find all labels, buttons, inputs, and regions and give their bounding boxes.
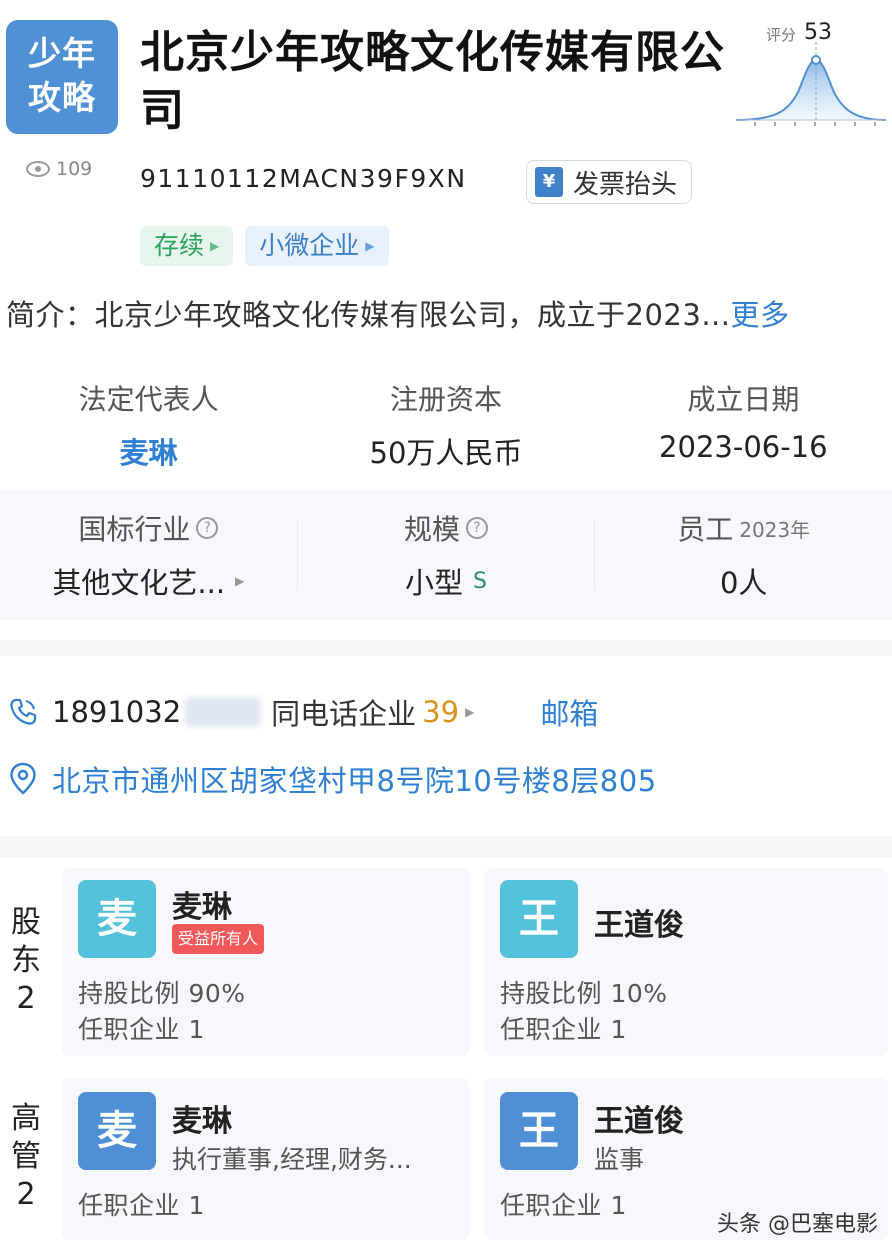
employed-companies: 任职企业 1 [500, 1015, 627, 1044]
capital-value: 50万人民币 [369, 436, 523, 470]
scale-value-wrap: 小型 S [298, 560, 595, 602]
company-logo: 少年 攻略 [6, 20, 118, 134]
basic-info-row2: 国标行业 ? 其他文化艺... ▶ 规模 ? 小型 S 员工 2023年 0人 [0, 490, 892, 620]
shareholders-label[interactable]: 股 东 2 [6, 904, 46, 1018]
chevron-right-icon: ▶ [465, 705, 475, 719]
legal-rep-cell[interactable]: 法定代表人 麦琳 [0, 360, 297, 472]
executives-label-line2: 管 [11, 1139, 41, 1174]
help-icon[interactable]: ? [466, 517, 489, 539]
shareholder-name[interactable]: 麦琳 [172, 882, 232, 926]
phone-number[interactable]: 1891032 [52, 695, 181, 729]
score-widget[interactable]: 评分 53 [734, 20, 888, 130]
shareholder-name[interactable]: 王道俊 [594, 900, 684, 944]
tag-scale[interactable]: 小微企业 ▶ [245, 226, 389, 266]
founded-label: 成立日期 [687, 383, 800, 416]
avatar: 麦 [78, 1092, 156, 1170]
company-intro: 简介：北京少年攻略文化传媒有限公司，成立于2023...更多 [6, 292, 890, 334]
tag-scale-label: 小微企业 [259, 231, 360, 260]
eye-icon [26, 161, 50, 177]
score-label: 评分 [766, 26, 797, 44]
employed-companies: 任职企业 1 [78, 1015, 205, 1044]
shareholder-card[interactable]: 王 王道俊 持股比例 10% 任职企业 1 [484, 868, 888, 1056]
staff-label: 员工 [677, 513, 734, 546]
watermark: 头条 @巴塞电影 [717, 1212, 878, 1237]
email-link[interactable]: 邮箱 [540, 691, 598, 733]
avatar: 王 [500, 880, 578, 958]
help-icon[interactable]: ? [196, 517, 219, 539]
industry-value-wrap: 其他文化艺... ▶ [0, 560, 297, 602]
shareholders-label-line1: 股 [11, 905, 41, 940]
executive-role: 执行董事,经理,财务... [172, 1145, 412, 1174]
employed-companies: 任职企业 1 [78, 1191, 205, 1220]
phone-row: 1891032 同电话企业 39 ▶ 邮箱 [8, 690, 598, 734]
staff-value: 0人 [719, 566, 768, 600]
legal-rep-label: 法定代表人 [78, 383, 219, 416]
section-divider [0, 836, 892, 858]
employed-companies: 任职企业 1 [500, 1191, 627, 1220]
status-tags: 存续 ▶ 小微企业 ▶ [140, 226, 389, 266]
scale-label: 规模 [404, 513, 461, 546]
capital-label: 注册资本 [389, 383, 502, 416]
scale-badge: S [473, 568, 487, 594]
same-phone-count[interactable]: 39 [422, 695, 459, 729]
tag-status[interactable]: 存续 ▶ [140, 226, 234, 266]
scale-label-wrap: 规模 ? [298, 508, 595, 548]
invoice-title-button[interactable]: ¥ 发票抬头 [526, 160, 692, 204]
scale-cell: 规模 ? 小型 S [298, 490, 595, 620]
shareholders-label-line2: 东 [11, 943, 41, 978]
founded-value: 2023-06-16 [659, 430, 828, 464]
address-text[interactable]: 北京市通州区胡家垡村甲8号院10号楼8层805 [52, 758, 657, 800]
executives-label-line1: 高 [11, 1101, 41, 1136]
yen-icon: ¥ [535, 167, 563, 197]
share-ratio: 持股比例 10% [500, 979, 668, 1008]
executive-card[interactable]: 麦 麦琳 执行董事,经理,财务... 任职企业 1 [62, 1078, 470, 1240]
phone-icon [10, 698, 37, 725]
view-counter: 109 [26, 158, 92, 180]
beneficial-owner-badge: 受益所有人 [172, 924, 265, 954]
section-divider [0, 640, 892, 656]
tag-status-label: 存续 [154, 231, 205, 260]
avatar: 王 [500, 1092, 578, 1170]
industry-label-wrap: 国标行业 ? [0, 508, 297, 548]
invoice-title-label: 发票抬头 [573, 169, 678, 200]
industry-label: 国标行业 [78, 513, 191, 546]
credit-code: 91110112MACN39F9XN [140, 164, 467, 193]
staff-label-wrap: 员工 2023年 [595, 508, 892, 548]
executive-role: 监事 [594, 1145, 645, 1174]
industry-cell[interactable]: 国标行业 ? 其他文化艺... ▶ [0, 490, 297, 620]
location-pin-icon [10, 762, 36, 795]
view-count: 109 [56, 158, 93, 180]
executive-name[interactable]: 王道俊 [594, 1096, 684, 1140]
share-ratio: 持股比例 90% [78, 979, 246, 1008]
capital-cell: 注册资本 50万人民币 [297, 360, 594, 472]
staff-year: 2023年 [739, 517, 811, 542]
legal-rep-value[interactable]: 麦琳 [0, 430, 297, 472]
executives-label[interactable]: 高 管 2 [6, 1100, 46, 1214]
score-value: 53 [804, 20, 832, 45]
intro-text: 北京少年攻略文化传媒有限公司，成立于2023... [94, 298, 731, 332]
intro-more-link[interactable]: 更多 [730, 298, 789, 332]
avatar: 麦 [78, 880, 156, 958]
masked-phone-digits [185, 697, 262, 727]
chevron-right-icon: ▶ [365, 239, 375, 253]
shareholders-count: 2 [16, 981, 36, 1016]
shareholder-card[interactable]: 麦 麦琳 受益所有人 持股比例 90% 任职企业 1 [62, 868, 470, 1056]
logo-line1: 少年 [28, 34, 96, 73]
staff-cell: 员工 2023年 0人 [595, 490, 892, 620]
chevron-right-icon: ▶ [235, 574, 245, 588]
same-phone-label[interactable]: 同电话企业 [271, 691, 416, 733]
address-row[interactable]: 北京市通州区胡家垡村甲8号院10号楼8层805 [8, 758, 657, 800]
scale-value: 小型 [405, 566, 464, 600]
executive-name[interactable]: 麦琳 [172, 1096, 232, 1140]
industry-value: 其他文化艺... [52, 566, 226, 600]
executives-count: 2 [16, 1177, 36, 1212]
founded-cell: 成立日期 2023-06-16 [595, 360, 892, 472]
intro-prefix: 简介： [6, 298, 95, 332]
company-name: 北京少年攻略文化传媒有限公司 [140, 27, 725, 136]
logo-line2: 攻略 [28, 78, 96, 117]
chevron-right-icon: ▶ [210, 239, 220, 253]
basic-info-row1: 法定代表人 麦琳 注册资本 50万人民币 成立日期 2023-06-16 [0, 360, 892, 472]
